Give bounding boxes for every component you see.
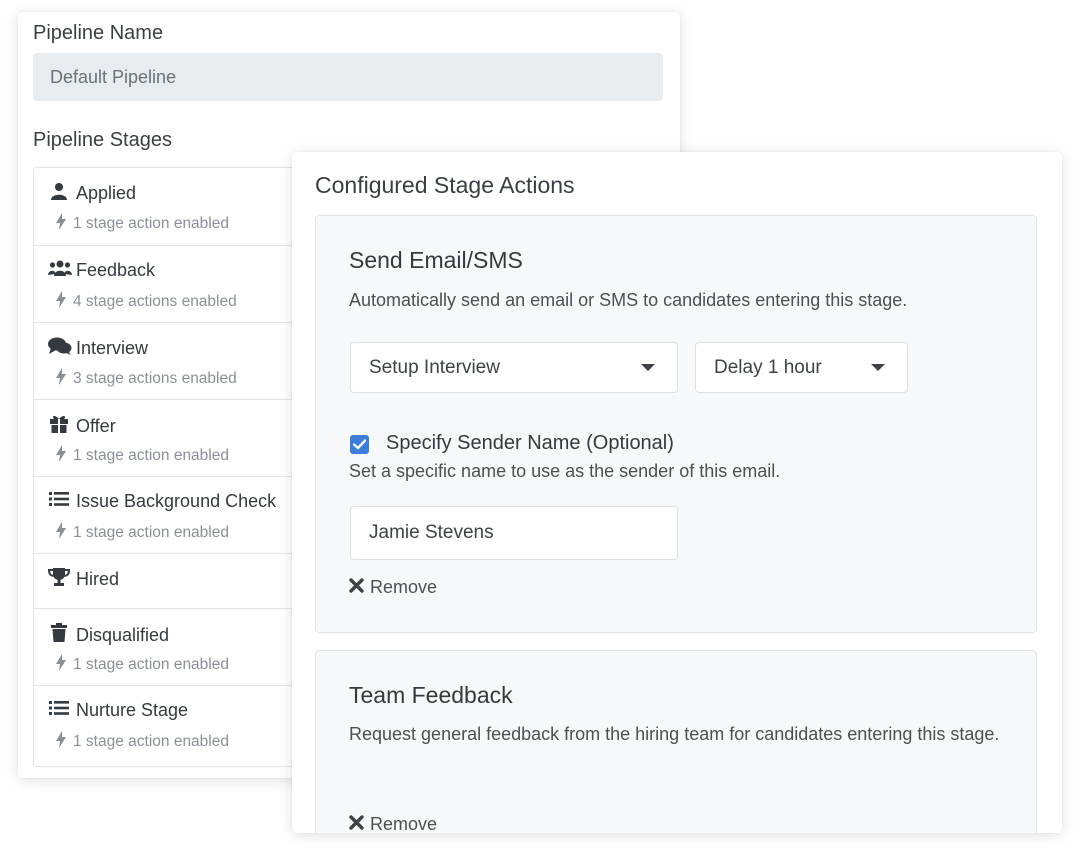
sender-name-checkbox-label[interactable]: Specify Sender Name (Optional): [386, 432, 674, 455]
panel-title: Team Feedback: [349, 682, 513, 708]
remove-feedback-action-button[interactable]: Remove: [349, 814, 437, 833]
panel-description: Automatically send an email or SMS to ca…: [349, 290, 908, 310]
remove-label: Remove: [370, 577, 438, 597]
stage-actions-count: 1 stage action enabled: [73, 524, 229, 541]
stage-label: Hired: [76, 569, 120, 589]
sender-name-input[interactable]: Jamie Stevens: [350, 506, 678, 560]
stage-item-interview[interactable]: Interview 3 stage actions enabled: [34, 322, 334, 399]
configured-stage-actions-card: Configured Stage Actions Send Email/SMS …: [292, 152, 1062, 833]
stage-actions-count: 1 stage action enabled: [73, 656, 229, 673]
stage-actions-count: 1 stage action enabled: [73, 215, 229, 232]
bolt-icon: [56, 731, 70, 753]
caret-down-icon: [871, 364, 885, 371]
stage-item-issue-background-check[interactable]: Issue Background Check 1 stage action en…: [34, 476, 334, 553]
caret-down-icon: [641, 364, 655, 371]
user-icon: [48, 182, 70, 205]
comments-icon: [48, 337, 72, 360]
pipeline-stages-label: Pipeline Stages: [33, 129, 172, 151]
template-select[interactable]: Setup Interview: [350, 342, 678, 393]
stage-actions-count: 4 stage actions enabled: [73, 293, 237, 310]
stage-item-disqualified[interactable]: Disqualified 1 stage action enabled: [34, 608, 334, 685]
stage-item-hired[interactable]: Hired: [34, 553, 334, 608]
close-icon: [349, 577, 365, 598]
stage-item-offer[interactable]: Offer 1 stage action enabled: [34, 399, 334, 476]
team-feedback-panel: Team Feedback Request general feedback f…: [315, 650, 1037, 833]
stage-actions-count: 1 stage action enabled: [73, 447, 229, 464]
remove-label: Remove: [370, 814, 438, 833]
actions-title: Configured Stage Actions: [315, 172, 575, 198]
panel-description: Request general feedback from the hiring…: [349, 724, 1000, 744]
pipeline-name-label: Pipeline Name: [33, 22, 164, 44]
delay-select-value: Delay 1 hour: [714, 357, 822, 378]
stage-label: Interview: [76, 338, 149, 358]
stage-label: Disqualified: [76, 624, 170, 645]
gift-icon: [48, 414, 70, 438]
users-icon: [48, 260, 72, 281]
list-icon: [48, 700, 70, 721]
stage-label: Nurture Stage: [76, 700, 189, 720]
stage-label: Issue Background Check: [76, 491, 277, 511]
delay-select[interactable]: Delay 1 hour: [695, 342, 908, 393]
remove-email-action-button[interactable]: Remove: [349, 577, 437, 598]
checkmark-icon: [353, 439, 366, 450]
send-email-sms-panel: Send Email/SMS Automatically send an ema…: [315, 215, 1037, 633]
trophy-icon: [47, 568, 71, 591]
stage-label: Applied: [76, 183, 137, 203]
stage-item-applied[interactable]: Applied 1 stage action enabled: [34, 168, 334, 245]
bolt-icon: [56, 522, 70, 544]
bolt-icon: [56, 291, 70, 313]
sender-name-description: Set a specific name to use as the sender…: [349, 461, 781, 481]
bolt-icon: [56, 445, 70, 467]
stage-item-feedback[interactable]: Feedback 4 stage actions enabled: [34, 245, 334, 322]
trash-icon: [48, 623, 70, 647]
stage-label: Feedback: [76, 260, 156, 280]
template-select-value: Setup Interview: [369, 357, 500, 378]
pipeline-name-input[interactable]: Default Pipeline: [33, 53, 663, 101]
stage-label: Offer: [76, 415, 116, 436]
sender-name-checkbox[interactable]: [350, 435, 369, 454]
stage-list: Applied 1 stage action enabled Feedback …: [33, 167, 335, 767]
panel-title: Send Email/SMS: [349, 247, 523, 273]
bolt-icon: [56, 213, 70, 235]
stage-actions-count: 1 stage action enabled: [73, 733, 229, 750]
close-icon: [349, 814, 365, 833]
stage-item-nurture-stage[interactable]: Nurture Stage 1 stage action enabled: [34, 685, 334, 766]
stage-actions-count: 3 stage actions enabled: [73, 370, 237, 387]
list-icon: [48, 491, 70, 512]
bolt-icon: [56, 368, 70, 390]
bolt-icon: [56, 654, 70, 676]
